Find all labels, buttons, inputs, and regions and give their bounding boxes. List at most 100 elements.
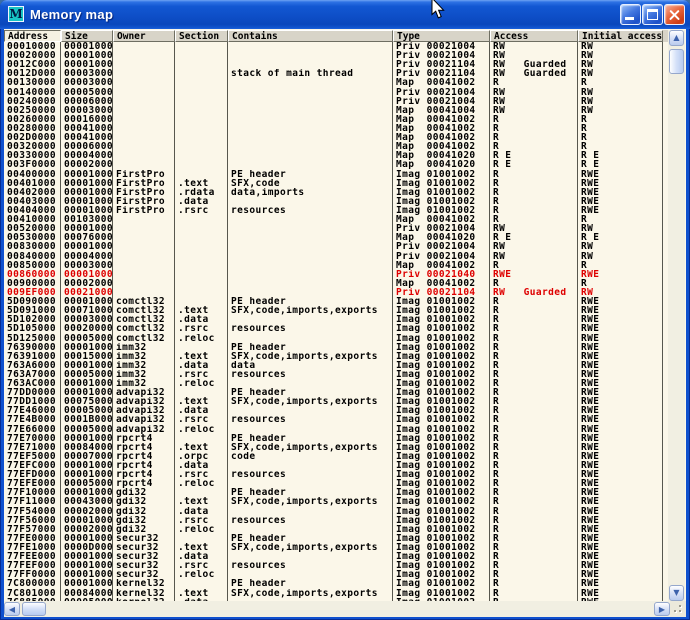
- table-row[interactable]: 0024000000006000Priv 00021004RWRW: [4, 97, 667, 106]
- table-row[interactable]: 77FF000000001000secur32.relocImag 010010…: [4, 570, 667, 579]
- scroll-left-button[interactable]: ◀: [4, 602, 20, 616]
- column-header-address[interactable]: Address: [4, 30, 61, 42]
- title-bar[interactable]: M Memory map: [0, 0, 690, 29]
- cell-type: Imag 01001002: [393, 206, 490, 215]
- table-row[interactable]: 0014000000005000Priv 00021004RWRW: [4, 88, 667, 97]
- column-header-initial_access[interactable]: Initial access: [578, 30, 663, 42]
- table-row[interactable]: 763A700000005000imm32.rsrcresourcesImag …: [4, 370, 667, 379]
- table-row[interactable]: 77F1100000043000gdi32.textSFX,code,impor…: [4, 497, 667, 506]
- table-row[interactable]: 009EF00000021000Priv 00021104RW GuardedR…: [4, 288, 667, 297]
- table-row[interactable]: 7C80100000084000kernel32.textSFX,code,im…: [4, 589, 667, 598]
- table-row[interactable]: 763A600000001000imm32.datadataImag 01001…: [4, 361, 667, 370]
- table-row[interactable]: 002D000000041000Map 00041002RR: [4, 133, 667, 142]
- table-row[interactable]: 0040000000001000FirstProPE headerImag 01…: [4, 170, 667, 179]
- table-row[interactable]: 0040200000001000FirstPro.rdatadata,impor…: [4, 188, 667, 197]
- vertical-scroll-thumb[interactable]: [669, 49, 684, 74]
- table-row[interactable]: 0013000000003000Map 00041002RR: [4, 78, 667, 87]
- cell-initial_access: RWE: [578, 443, 663, 452]
- table-row[interactable]: 77EFD00000001000rpcrt4.rsrcresourcesImag…: [4, 470, 667, 479]
- cell-address: 00530000: [4, 233, 61, 242]
- table-row[interactable]: 0033000000004000Map 00041020R ER E: [4, 151, 667, 160]
- table-row[interactable]: 763AC00000001000imm32.relocImag 01001002…: [4, 379, 667, 388]
- table-row[interactable]: 5D10500000020000comctl32.rsrcresourcesIm…: [4, 324, 667, 333]
- table-row[interactable]: 77E7000000001000rpcrt4PE headerImag 0100…: [4, 434, 667, 443]
- table-row[interactable]: 77EFE00000005000rpcrt4.relocImag 0100100…: [4, 479, 667, 488]
- cell-initial_access: RW: [578, 69, 663, 78]
- table-row[interactable]: 003F000000002000Map 00041020R ER E: [4, 160, 667, 169]
- table-row[interactable]: 5D12500000005000comctl32.relocImag 01001…: [4, 334, 667, 343]
- cell-size: 0000D000: [61, 543, 113, 552]
- close-button[interactable]: [664, 4, 685, 25]
- scroll-down-button[interactable]: ▼: [669, 585, 684, 601]
- table-row[interactable]: 77FEE00000001000secur32.dataImag 0100100…: [4, 552, 667, 561]
- table-row[interactable]: 0026000000016000Map 00041002RR: [4, 115, 667, 124]
- table-row[interactable]: 77F5600000001000gdi32.rsrcresourcesImag …: [4, 516, 667, 525]
- table-row[interactable]: 0002000000001000Priv 00021004RWRW: [4, 51, 667, 60]
- table-row[interactable]: 77E6600000005000advapi32.relocImag 01001…: [4, 425, 667, 434]
- table-row[interactable]: 0001000000001000Priv 00021004RWRW: [4, 42, 667, 51]
- table-row[interactable]: 0083000000001000Priv 00021004RWRW: [4, 242, 667, 251]
- app-icon[interactable]: M: [8, 6, 24, 22]
- cell-size: 00084000: [61, 589, 113, 598]
- table-row[interactable]: 77EFC00000001000rpcrt4.dataImag 01001002…: [4, 461, 667, 470]
- minimize-button[interactable]: [620, 4, 641, 25]
- table-row[interactable]: 0012D00000003000stack of main threadPriv…: [4, 69, 667, 78]
- vertical-scrollbar[interactable]: ▲ ▼: [668, 30, 685, 601]
- table-row[interactable]: 7639100000015000imm32.textSFX,code,impor…: [4, 352, 667, 361]
- table-row[interactable]: 77FEF00000001000secur32.rsrcresourcesIma…: [4, 561, 667, 570]
- column-header-type[interactable]: Type: [393, 30, 490, 42]
- table-row[interactable]: 0086000000001000Priv 00021040RWERWE: [4, 270, 667, 279]
- table-row[interactable]: 0012C00000001000Priv 00021104RW GuardedR…: [4, 60, 667, 69]
- table-row[interactable]: 0052000000001000Priv 00021004RWRW: [4, 224, 667, 233]
- table-row[interactable]: 77E4600000005000advapi32.dataImag 010010…: [4, 406, 667, 415]
- cell-section: .text: [175, 397, 228, 406]
- table-row[interactable]: 0032000000006000Map 00041002RR: [4, 142, 667, 151]
- table-row[interactable]: 0041000000103000Map 00041002RR: [4, 215, 667, 224]
- table-row[interactable]: 77FE000000001000secur32PE headerImag 010…: [4, 534, 667, 543]
- scroll-up-button[interactable]: ▲: [669, 30, 684, 46]
- table-row[interactable]: 77E4B0000001B000advapi32.rsrcresourcesIm…: [4, 415, 667, 424]
- table-row[interactable]: 77EF500000007000rpcrt4.orpccodeImag 0100…: [4, 452, 667, 461]
- table-row[interactable]: 77F1000000001000gdi32PE headerImag 01001…: [4, 488, 667, 497]
- table-row[interactable]: 7639000000001000imm32PE headerImag 01001…: [4, 343, 667, 352]
- table-row[interactable]: 0053000000076000Map 00041020R ER E: [4, 233, 667, 242]
- table-row[interactable]: 0040400000001000FirstPro.rsrcresourcesIm…: [4, 206, 667, 215]
- cell-size: 00001000: [61, 224, 113, 233]
- table-row[interactable]: 0090000000002000Map 00041002RR: [4, 279, 667, 288]
- table-row[interactable]: 77E7100000084000rpcrt4.textSFX,code,impo…: [4, 443, 667, 452]
- maximize-button[interactable]: [642, 4, 663, 25]
- cell-section: .orpc: [175, 452, 228, 461]
- cell-contains: [228, 507, 393, 516]
- table-row[interactable]: 5D10200000003000comctl32.dataImag 010010…: [4, 315, 667, 324]
- column-header-owner[interactable]: Owner: [113, 30, 175, 42]
- table-row[interactable]: 0025000000003000Map 00041004RWRW: [4, 106, 667, 115]
- table-row[interactable]: 77F5700000002000gdi32.relocImag 01001002…: [4, 525, 667, 534]
- table-row[interactable]: 0040300000001000FirstPro.dataImag 010010…: [4, 197, 667, 206]
- table-row[interactable]: 0085000000003000Map 00041002RR: [4, 261, 667, 270]
- table-row[interactable]: 5D09000000001000comctl32PE headerImag 01…: [4, 297, 667, 306]
- table-row[interactable]: 7C80000000001000kernel32PE headerImag 01…: [4, 579, 667, 588]
- cell-type: Imag 01001002: [393, 397, 490, 406]
- table-row[interactable]: 5D09100000071000comctl32.textSFX,code,im…: [4, 306, 667, 315]
- cell-owner: [113, 115, 175, 124]
- column-header-access[interactable]: Access: [490, 30, 578, 42]
- scroll-right-button[interactable]: ▶: [654, 602, 670, 616]
- table-row[interactable]: 0028000000041000Map 00041002RR: [4, 124, 667, 133]
- column-header-contains[interactable]: Contains: [228, 30, 393, 42]
- cell-contains: PE header: [228, 388, 393, 397]
- horizontal-scroll-thumb[interactable]: [22, 602, 46, 616]
- cell-type: Map 00041002: [393, 124, 490, 133]
- table-row[interactable]: 77F5400000002000gdi32.dataImag 01001002R…: [4, 507, 667, 516]
- column-header-section[interactable]: Section: [175, 30, 228, 42]
- cell-access: R: [490, 443, 578, 452]
- horizontal-scrollbar[interactable]: ◀ ▶: [4, 601, 670, 617]
- table-row[interactable]: 0040100000001000FirstPro.textSFX,codeIma…: [4, 179, 667, 188]
- table-row[interactable]: 0084000000004000Priv 00021004RWRW: [4, 252, 667, 261]
- table-row[interactable]: 77DD100000075000advapi32.textSFX,code,im…: [4, 397, 667, 406]
- table-row[interactable]: 77FE10000000D000secur32.textSFX,code,imp…: [4, 543, 667, 552]
- resize-grip[interactable]: [670, 601, 686, 617]
- table-row[interactable]: 77DD000000001000advapi32PE headerImag 01…: [4, 388, 667, 397]
- column-header-size[interactable]: Size: [61, 30, 113, 42]
- cell-contains: [228, 552, 393, 561]
- cell-access: R E: [490, 151, 578, 160]
